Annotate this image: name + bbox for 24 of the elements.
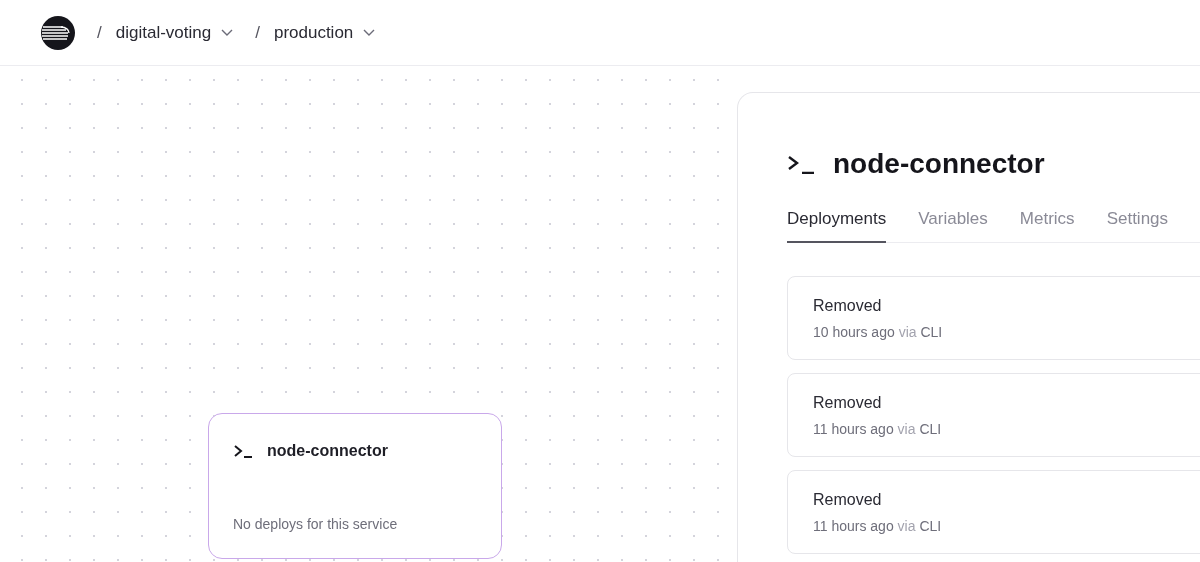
logo-icon[interactable]	[41, 15, 75, 50]
tab[interactable]: Deployments	[787, 205, 887, 243]
breadcrumb-dropdown[interactable]: production	[273, 22, 376, 43]
breadcrumb-separator: /	[97, 22, 102, 43]
service-title: node-connector	[833, 148, 1045, 180]
service-name: node-connector	[267, 442, 388, 460]
terminal-icon	[787, 154, 815, 174]
deployment-meta: 11 hours ago via CLI	[813, 518, 943, 534]
deployment-meta: 10 hours ago via CLI	[813, 324, 944, 340]
deployment-card[interactable]: Removed 11 hours ago via CLI	[787, 470, 1200, 554]
deployment-card[interactable]: Removed 10 hours ago via CLI	[787, 276, 1200, 360]
service-node[interactable]: node-connector No deploys for this service	[208, 413, 502, 559]
deployment-card[interactable]: Removed 11 hours ago via CLI	[787, 373, 1200, 457]
breadcrumb-dropdown[interactable]: digital-voting	[115, 22, 234, 43]
service-status: No deploys for this service	[233, 516, 399, 532]
chevron-down-icon	[363, 28, 376, 37]
deployment-meta: 11 hours ago via CLI	[813, 421, 943, 437]
deployment-status: Removed	[813, 394, 883, 412]
breadcrumb-separator: /	[255, 22, 260, 43]
terminal-icon	[233, 444, 253, 458]
deployment-status: Removed	[813, 297, 883, 315]
chevron-down-icon	[221, 28, 234, 37]
tab[interactable]: Metrics	[1019, 205, 1075, 243]
deployment-status: Removed	[813, 491, 883, 509]
